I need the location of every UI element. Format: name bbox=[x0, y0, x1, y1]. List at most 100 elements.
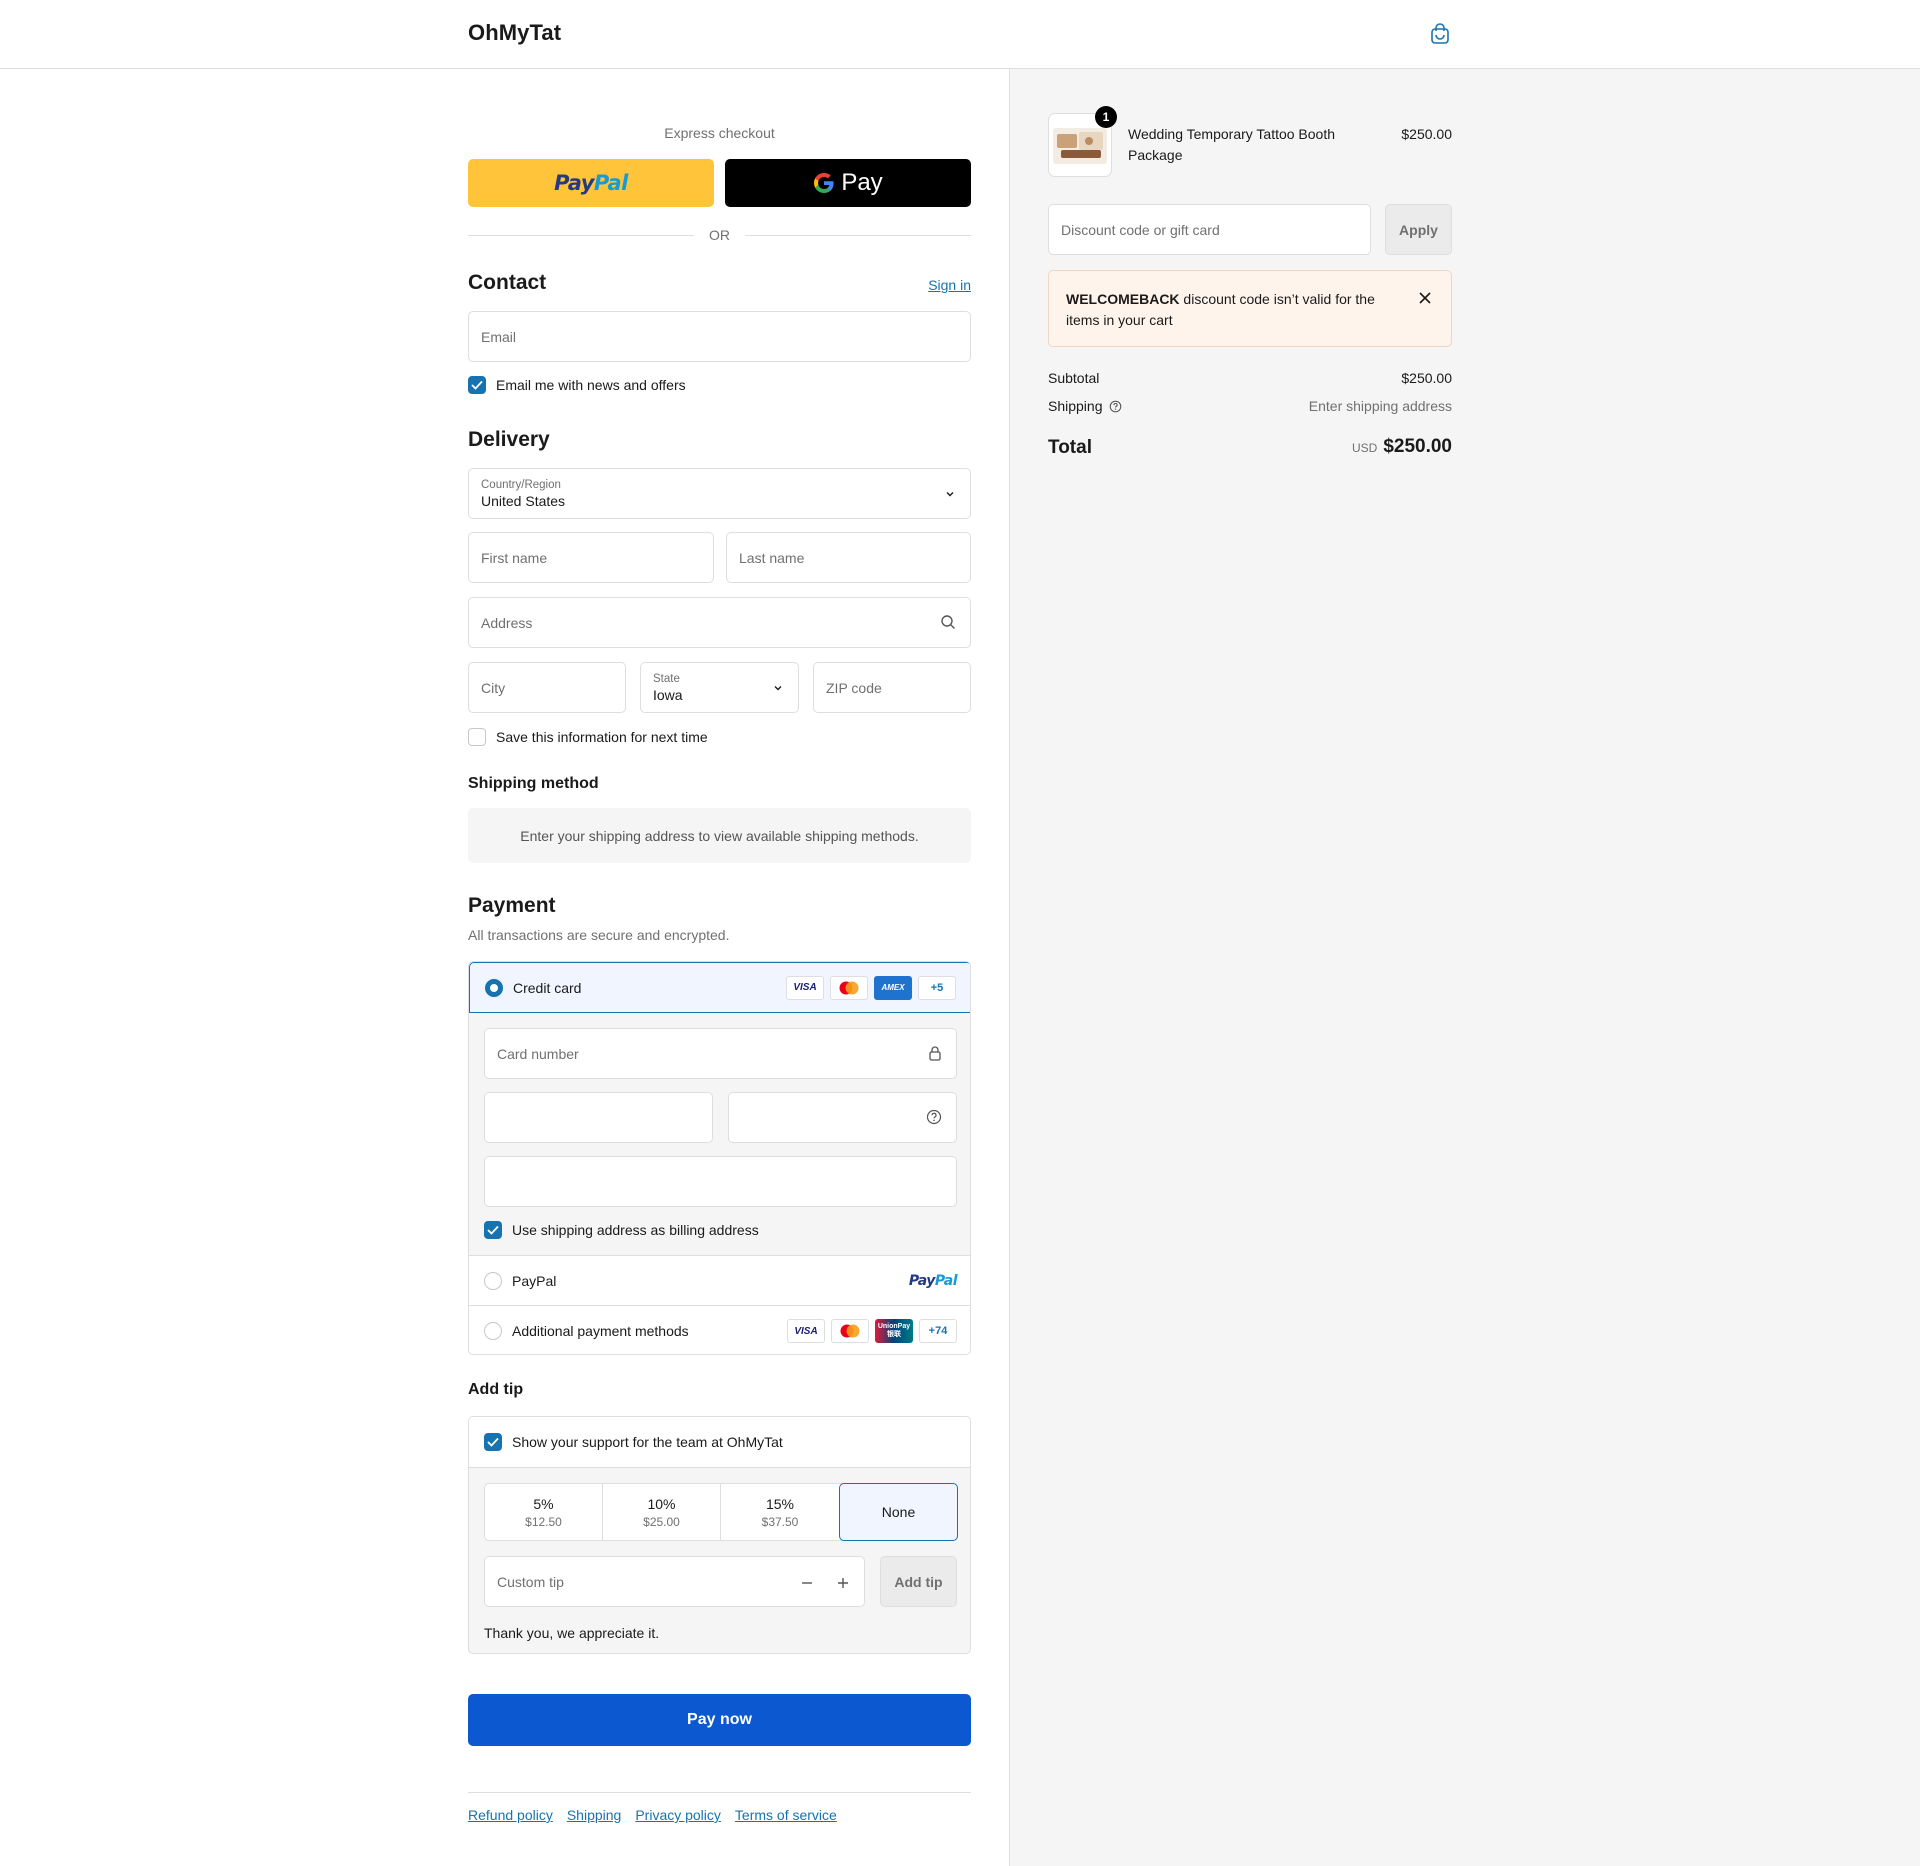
paypal-express-button[interactable]: PayPal bbox=[468, 159, 714, 207]
help-circle-icon[interactable] bbox=[926, 1109, 942, 1125]
add-tip-button[interactable]: Add tip bbox=[880, 1556, 957, 1607]
product-price: $250.00 bbox=[1401, 126, 1452, 142]
news-label: Email me with news and offers bbox=[496, 377, 686, 393]
amex-icon: AMEX bbox=[874, 975, 912, 1000]
tip-option-10-pct: 10% bbox=[647, 1495, 676, 1512]
credit-card-label: Credit card bbox=[513, 979, 582, 996]
pay-now-button[interactable]: Pay now bbox=[468, 1694, 971, 1746]
subtotal-row: Subtotal $250.00 bbox=[1048, 370, 1452, 386]
discount-error-alert: WELCOMEBACK discount code isn’t valid fo… bbox=[1048, 270, 1452, 347]
help-circle-icon[interactable] bbox=[1109, 400, 1122, 413]
brand-logo[interactable]: OhMyTat bbox=[468, 20, 561, 46]
subtotal-value: $250.00 bbox=[1401, 370, 1452, 386]
card-number-field[interactable]: Card number bbox=[484, 1028, 957, 1079]
privacy-policy-link[interactable]: Privacy policy bbox=[635, 1807, 721, 1823]
quantity-badge: 1 bbox=[1095, 106, 1117, 128]
city-field[interactable]: City bbox=[468, 662, 626, 713]
paypal-radio[interactable] bbox=[484, 1271, 502, 1290]
discount-code-field[interactable]: Discount code or gift card bbox=[1048, 204, 1371, 255]
tip-support-row[interactable]: Show your support for the team at OhMyTa… bbox=[484, 1433, 783, 1451]
payment-methods: Credit card VISA AMEX +5 Card number Use… bbox=[468, 961, 971, 1355]
billing-address-row[interactable]: Use shipping address as billing address bbox=[484, 1221, 759, 1239]
tip-option-none[interactable]: None bbox=[839, 1483, 958, 1541]
express-checkout-title: Express checkout bbox=[664, 125, 775, 141]
country-select[interactable]: Country/Region United States bbox=[468, 468, 971, 519]
zip-field[interactable]: ZIP code bbox=[813, 662, 971, 713]
card-fields-area: Card number Use shipping address as bill… bbox=[469, 1013, 970, 1256]
shipping-value: Enter shipping address bbox=[1308, 398, 1452, 414]
tip-thanks-text: Thank you, we appreciate it. bbox=[484, 1625, 660, 1641]
tip-option-15[interactable]: 15% $37.50 bbox=[721, 1484, 839, 1540]
shipping-row: Shipping Enter shipping address bbox=[1048, 398, 1452, 414]
discount-code-name: WELCOMEBACK bbox=[1066, 291, 1180, 307]
discount-code-placeholder: Discount code or gift card bbox=[1061, 221, 1220, 238]
visa-icon: VISA bbox=[787, 1319, 825, 1343]
plus-icon[interactable] bbox=[836, 1576, 850, 1590]
shipping-method-title: Shipping method bbox=[468, 775, 599, 792]
shopping-bag-icon[interactable] bbox=[1427, 21, 1453, 47]
total-value: $250.00 bbox=[1383, 436, 1452, 457]
tip-option-10-amount: $25.00 bbox=[643, 1514, 680, 1529]
paypal-option[interactable]: PayPal PayPal bbox=[469, 1256, 970, 1306]
tip-option-5[interactable]: 5% $12.50 bbox=[485, 1484, 603, 1540]
lock-icon bbox=[929, 1046, 941, 1061]
mastercard-icon bbox=[831, 1319, 869, 1343]
product-name: Wedding Temporary Tattoo Booth Package bbox=[1128, 126, 1336, 163]
news-checkbox[interactable] bbox=[468, 376, 486, 394]
additional-payment-radio[interactable] bbox=[484, 1322, 502, 1340]
google-pay-label: Pay bbox=[841, 169, 883, 196]
contact-title: Contact bbox=[468, 271, 547, 294]
address-field[interactable]: Address bbox=[468, 597, 971, 648]
close-icon[interactable] bbox=[1417, 290, 1433, 306]
save-info-row[interactable]: Save this information for next time bbox=[468, 728, 708, 746]
refund-policy-link[interactable]: Refund policy bbox=[468, 1807, 553, 1823]
first-name-placeholder: First name bbox=[481, 549, 548, 566]
name-on-card-field[interactable] bbox=[484, 1156, 957, 1207]
paypal-logo: PayPal bbox=[554, 171, 628, 195]
additional-payment-option[interactable]: Additional payment methods VISA UnionPay… bbox=[469, 1306, 970, 1354]
state-select[interactable]: State Iowa bbox=[640, 662, 799, 713]
news-checkbox-row[interactable]: Email me with news and offers bbox=[468, 376, 686, 394]
email-placeholder: Email bbox=[481, 328, 517, 345]
sign-in-link[interactable]: Sign in bbox=[928, 277, 971, 293]
payment-title: Payment bbox=[468, 894, 556, 917]
save-info-label: Save this information for next time bbox=[496, 729, 708, 745]
google-pay-button[interactable]: Pay bbox=[725, 159, 971, 207]
total-label: Total bbox=[1048, 437, 1092, 458]
visa-icon: VISA bbox=[786, 975, 824, 1000]
state-value: Iowa bbox=[653, 686, 683, 703]
tip-box: Show your support for the team at OhMyTa… bbox=[468, 1416, 971, 1654]
expiration-field[interactable] bbox=[484, 1092, 713, 1143]
shipping-label: Shipping bbox=[1048, 398, 1103, 414]
more-methods-badge: +74 bbox=[919, 1319, 957, 1343]
last-name-placeholder: Last name bbox=[739, 549, 805, 566]
footer-links: Refund policy Shipping Privacy policy Te… bbox=[468, 1807, 837, 1823]
first-name-field[interactable]: First name bbox=[468, 532, 714, 583]
add-tip-title: Add tip bbox=[468, 1381, 524, 1398]
security-code-field[interactable] bbox=[728, 1092, 957, 1143]
tip-option-5-amount: $12.50 bbox=[525, 1514, 562, 1529]
terms-of-service-link[interactable]: Terms of service bbox=[735, 1807, 837, 1823]
tip-option-10[interactable]: 10% $25.00 bbox=[603, 1484, 721, 1540]
credit-card-option[interactable]: Credit card VISA AMEX +5 bbox=[469, 962, 970, 1013]
tip-option-15-pct: 15% bbox=[765, 1495, 795, 1512]
country-label: Country/Region bbox=[481, 478, 561, 491]
save-info-checkbox[interactable] bbox=[468, 728, 486, 746]
shipping-policy-link[interactable]: Shipping bbox=[567, 1807, 622, 1823]
chevron-down-icon bbox=[774, 686, 782, 691]
custom-tip-field[interactable]: Custom tip bbox=[484, 1556, 865, 1607]
apply-discount-button[interactable]: Apply bbox=[1385, 204, 1452, 255]
payment-subtitle: All transactions are secure and encrypte… bbox=[468, 927, 730, 943]
card-number-placeholder: Card number bbox=[497, 1045, 579, 1062]
product-thumbnail: 1 bbox=[1048, 106, 1117, 177]
last-name-field[interactable]: Last name bbox=[726, 532, 971, 583]
billing-address-checkbox[interactable] bbox=[484, 1221, 502, 1239]
email-field[interactable]: Email bbox=[468, 311, 971, 362]
minus-icon[interactable] bbox=[800, 1576, 814, 1590]
credit-card-radio[interactable] bbox=[485, 978, 503, 997]
billing-address-label: Use shipping address as billing address bbox=[512, 1222, 759, 1238]
discount-error-text: WELCOMEBACK discount code isn’t valid fo… bbox=[1066, 289, 1396, 331]
country-value: United States bbox=[481, 492, 566, 509]
custom-tip-placeholder: Custom tip bbox=[497, 1573, 564, 1590]
tip-support-checkbox[interactable] bbox=[484, 1433, 502, 1451]
